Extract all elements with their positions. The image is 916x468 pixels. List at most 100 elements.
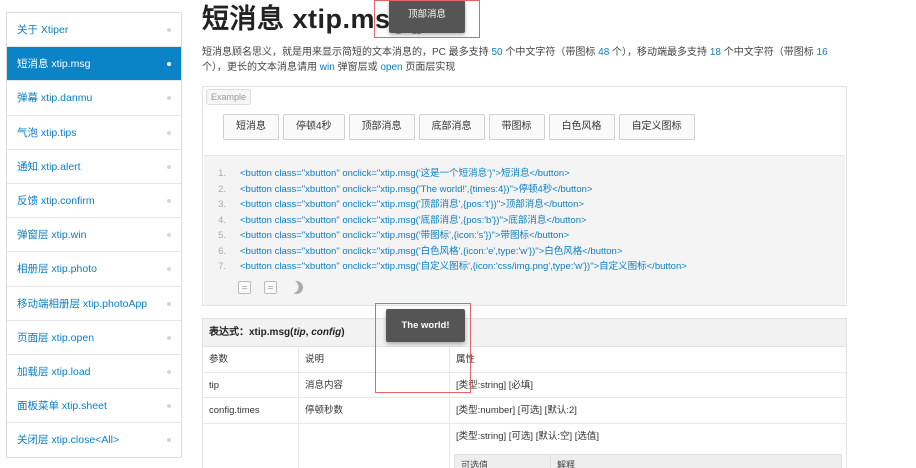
desc-text: 个），更长的文本消息请用: [202, 61, 320, 73]
table-cell: [299, 423, 450, 468]
view-source-icon[interactable]: [264, 281, 277, 294]
white-style-button[interactable]: 白色风格: [548, 114, 615, 140]
desc-text: 个中文字符（带图标: [502, 47, 599, 58]
theme-moon-icon[interactable]: [288, 279, 305, 296]
demo-button-row: 短消息 停顿4秒 顶部消息 底部消息 带图标 白色风格 自定义图标: [223, 114, 695, 140]
dot-icon: [167, 335, 171, 340]
desc-number: 16: [816, 47, 828, 58]
custom-icon-button[interactable]: 自定义图标: [618, 114, 695, 140]
expr-arg: config: [311, 327, 342, 338]
win-link[interactable]: win: [320, 62, 335, 73]
dot-icon: [167, 198, 171, 203]
desc-text: 个中文字符（带图标: [720, 47, 817, 58]
copy-icon[interactable]: [238, 281, 251, 294]
sidebar-item-label: 面板菜单 xtip.sheet: [17, 400, 107, 413]
code-text: <button class="xbutton" onclick="xtip.ms…: [240, 214, 587, 226]
center-message-toast: The world!: [386, 309, 465, 342]
sidebar-item-label: 加载层 xtip.load: [17, 365, 91, 378]
sidebar-item-label: 气泡 xtip.tips: [17, 126, 77, 139]
table-row: tip 消息内容 [类型:string] [必填]: [203, 372, 846, 398]
page-description: 短消息顾名思义，就是用来显示简短的文本消息的，PC 最多支持 50 个中文字符（…: [202, 46, 842, 75]
column-header: 属性: [456, 354, 476, 365]
code-text: <button class="xbutton" onclick="xtip.ms…: [240, 168, 570, 179]
sidebar-item-label: 短消息 xtip.msg: [17, 58, 91, 71]
line-number: 7.: [218, 261, 226, 272]
sidebar-item-tips[interactable]: 气泡 xtip.tips: [7, 116, 181, 150]
dot-icon: [167, 301, 171, 306]
short-msg-button[interactable]: 短消息: [223, 114, 279, 140]
sidebar-item-label: 关闭层 xtip.close<All>: [17, 434, 120, 447]
dot-icon: [167, 233, 171, 238]
sidebar-item-label: 相册层 xtip.photo: [17, 263, 97, 276]
code-block: 1. <button class="xbutton" onclick="xtip.…: [204, 155, 845, 305]
desc-text: 短消息顾名思义，就是用来显示简短的文本消息的，PC 最多支持: [202, 47, 492, 58]
code-toolbar: [238, 281, 303, 294]
sub-column-header: 可选值: [455, 454, 551, 468]
table-cell: 消息内容: [299, 372, 450, 397]
desc-number: 18: [709, 47, 721, 58]
line-number: 6.: [218, 245, 226, 257]
code-line: 6. <button class="xbutton" onclick="xtip.…: [204, 244, 622, 260]
table-cell-text: [类型:string] [可选] [默认:空] [选值]: [456, 430, 600, 442]
expr-text: ): [341, 327, 345, 338]
params-table: 表达式：xtip.msg(tip, config) 参数 说明 属性 tip 消…: [202, 318, 847, 468]
expr-arg: tip: [293, 327, 306, 338]
sidebar-item-about[interactable]: 关于 Xtiper: [7, 13, 181, 48]
code-line: 7. <button class="xbutton" onclick="xtip.…: [204, 259, 687, 275]
sidebar-item-danmu[interactable]: 弹幕 xtip.danmu: [7, 81, 181, 116]
column-header: 说明: [299, 347, 450, 372]
sidebar-item-photo[interactable]: 相册层 xtip.photo: [7, 252, 181, 287]
sidebar-item-label: 移动端相册层 xtip.photoApp: [17, 297, 148, 310]
table-cell: [203, 423, 299, 468]
bottom-msg-button[interactable]: 底部消息: [418, 114, 485, 140]
dot-icon: [167, 438, 171, 443]
dot-icon: [167, 369, 171, 374]
sidebar-item-label: 弹幕 xtip.danmu: [17, 92, 93, 105]
column-header: 参数: [203, 347, 299, 372]
table-row: [类型:string] [可选] [默认:空] [选值] 可选值 解释: [203, 423, 846, 468]
expr-text: 表达式：xtip.msg(: [209, 327, 294, 338]
sidebar-item-label: 反馈 xtip.confirm: [17, 194, 95, 207]
sidebar-item-win[interactable]: 弹窗层 xtip.win: [7, 218, 181, 253]
code-line: 4. <button class="xbutton" onclick="xtip.…: [204, 213, 587, 229]
code-text: <button class="xbutton" onclick="xtip.ms…: [240, 261, 687, 272]
dot-icon: [167, 130, 171, 135]
table-cell: [类型:number] [可选] [默认:2]: [456, 405, 577, 416]
dot-icon: [167, 267, 171, 272]
desc-text: 页面层实现: [402, 61, 456, 73]
sidebar-item-label: 关于 Xtiper: [17, 24, 69, 36]
sidebar-item-open[interactable]: 页面层 xtip.open: [7, 321, 181, 355]
table-cell: [类型:string] [可选] [默认:空] [选值] 可选值 解释: [450, 424, 846, 468]
desc-number: 48: [598, 47, 610, 58]
sidebar-item-sheet[interactable]: 面板菜单 xtip.sheet: [7, 389, 181, 424]
dot-icon: [167, 62, 171, 67]
line-number: 3.: [218, 199, 226, 210]
open-link[interactable]: open: [380, 62, 402, 73]
desc-text: 个），移动端最多支持: [609, 47, 710, 58]
with-icon-button[interactable]: 带图标: [488, 114, 545, 140]
dot-icon: [167, 96, 171, 101]
sub-table-header: 可选值 解释: [454, 453, 842, 468]
code-line: 3. <button class="xbutton" onclick="xtip.…: [204, 197, 584, 213]
expression-header: 表达式：xtip.msg(tip, config): [203, 319, 846, 347]
top-msg-button[interactable]: 顶部消息: [348, 114, 415, 140]
sidebar-item-msg[interactable]: 短消息 xtip.msg: [7, 47, 181, 82]
desc-text: 弹窗层或: [334, 61, 381, 73]
line-number: 1.: [218, 168, 226, 179]
sidebar-item-label: 通知 xtip.alert: [17, 160, 81, 173]
table-cell: [类型:string] [必填]: [456, 379, 534, 391]
code-line: 2. <button class="xbutton" onclick="xtip.…: [204, 182, 592, 198]
sidebar-item-label: 弹窗层 xtip.win: [17, 229, 87, 242]
sidebar-item-alert[interactable]: 通知 xtip.alert: [7, 150, 181, 184]
sidebar-item-close[interactable]: 关闭层 xtip.close<All>: [7, 423, 181, 457]
sub-column-header: 解释: [557, 459, 576, 468]
sidebar-item-photoapp[interactable]: 移动端相册层 xtip.photoApp: [7, 287, 181, 321]
sidebar-item-confirm[interactable]: 反馈 xtip.confirm: [7, 184, 181, 219]
sidebar-nav: 关于 Xtiper 短消息 xtip.msg 弹幕 xtip.danmu 气泡 …: [6, 12, 182, 459]
table-cell: 停顿秒数: [299, 398, 450, 423]
code-line: 1. <button class="xbutton" onclick="xtip.…: [204, 166, 570, 182]
table-header-row: 参数 说明 属性: [203, 347, 846, 373]
pause-4s-button[interactable]: 停顿4秒: [283, 114, 345, 140]
sidebar-item-load[interactable]: 加载层 xtip.load: [7, 355, 181, 390]
code-text: <button class="xbutton" onclick="xtip.ms…: [240, 245, 623, 257]
